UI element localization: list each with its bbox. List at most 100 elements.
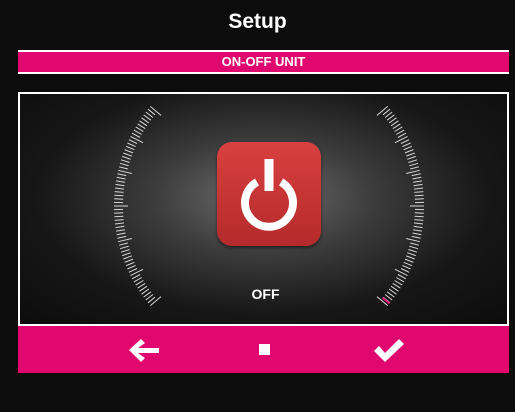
dial-tick [403,145,413,151]
dial-tick [116,232,126,236]
dial-tick [414,219,424,221]
arrow-left-icon [129,338,159,362]
dial-tick [412,176,422,180]
checkmark-icon [374,338,404,362]
dial-tick [412,232,422,236]
dial-tick [413,225,423,229]
dial-tick [402,264,411,270]
dial-tick [392,123,401,130]
dial-tick [403,261,413,267]
dial-tick [125,261,135,267]
bottom-navbar [18,326,509,373]
dial-tick [114,187,125,190]
dial-tick [119,162,129,167]
dial-tick [141,117,150,124]
dial-tick [408,159,418,163]
dial-tick [411,173,421,177]
dial-tick [402,142,411,148]
section-header: ON-OFF UNIT [18,50,509,74]
dial-tick [407,155,416,160]
dial-tick [396,277,405,283]
dial-scale-right [376,106,425,306]
dial-tick [394,280,403,286]
dial-tick [407,252,416,257]
dial-tick [404,258,414,263]
dial-tick [414,215,424,218]
dial-tick [117,173,127,177]
dial-tick [118,166,128,170]
dial-tick [116,229,125,232]
dial-tick [114,215,124,218]
dial-tick [413,187,424,190]
dial-tick [123,152,132,157]
dial-tick [409,245,419,250]
power-icon [241,159,297,231]
dial-tick [414,191,424,193]
dial-tick [406,152,415,157]
dial-tick [128,268,138,273]
dial-tick [114,219,124,221]
dial-tick [115,183,125,187]
dial-tick [409,162,419,167]
confirm-button[interactable] [349,326,429,373]
dial-tick [396,129,405,135]
dial-tick [114,191,124,193]
dial-tick [120,249,130,253]
setup-screen: Setup ON-OFF UNIT OFF [0,0,515,412]
dial-tick [120,159,130,163]
dial-tick [413,229,422,232]
dial-tick [135,280,144,286]
power-status: OFF [251,286,280,302]
dial-tick [400,139,410,144]
dial-tick [406,238,420,243]
dial-tick [116,176,126,180]
power-button[interactable] [217,142,321,246]
dial-tick [410,166,420,170]
home-button[interactable] [224,326,304,373]
dial-tick [388,117,397,124]
dial-tick [117,235,127,239]
back-button[interactable] [104,326,184,373]
dial-tick [411,235,421,239]
control-panel: OFF [18,92,509,326]
dial-tick [414,194,424,197]
dial-tick [404,149,414,154]
dial-tick [125,145,135,151]
dial-tick [400,268,410,273]
dial-tick [376,106,389,116]
dial-tick [124,258,134,263]
dial-tick [127,264,136,270]
dial-tick [115,225,125,229]
dial-tick [390,120,399,127]
dial-tick [394,126,403,132]
dial-scale-left [113,106,162,306]
dial-tick [410,242,420,246]
dial-tick [406,169,420,174]
dial-tick [123,255,132,260]
dial-tick [118,238,132,243]
dial-tick [408,249,418,253]
dial-tick [133,277,142,283]
dial-tick [133,129,142,135]
dial-tick [118,169,132,174]
dial-tick [122,155,131,160]
dial-tick [116,180,125,183]
dial-tick [124,149,134,154]
dial-tick [413,180,422,183]
dial-tick [118,242,128,246]
dial-tick [135,126,144,132]
dial-tick [127,142,136,148]
square-icon [258,344,270,355]
dial-tick [406,255,415,260]
dial-tick [131,274,141,280]
dial-tick [397,132,407,138]
dial-tick [114,194,124,197]
dial-tick [137,123,146,130]
dial-tick [149,106,162,116]
dial-tick [413,183,423,187]
dial-tick [119,245,129,250]
dial-tick [397,274,407,280]
dial-tick [131,132,141,138]
dial-tick [114,222,125,225]
dial-tick [413,222,424,225]
